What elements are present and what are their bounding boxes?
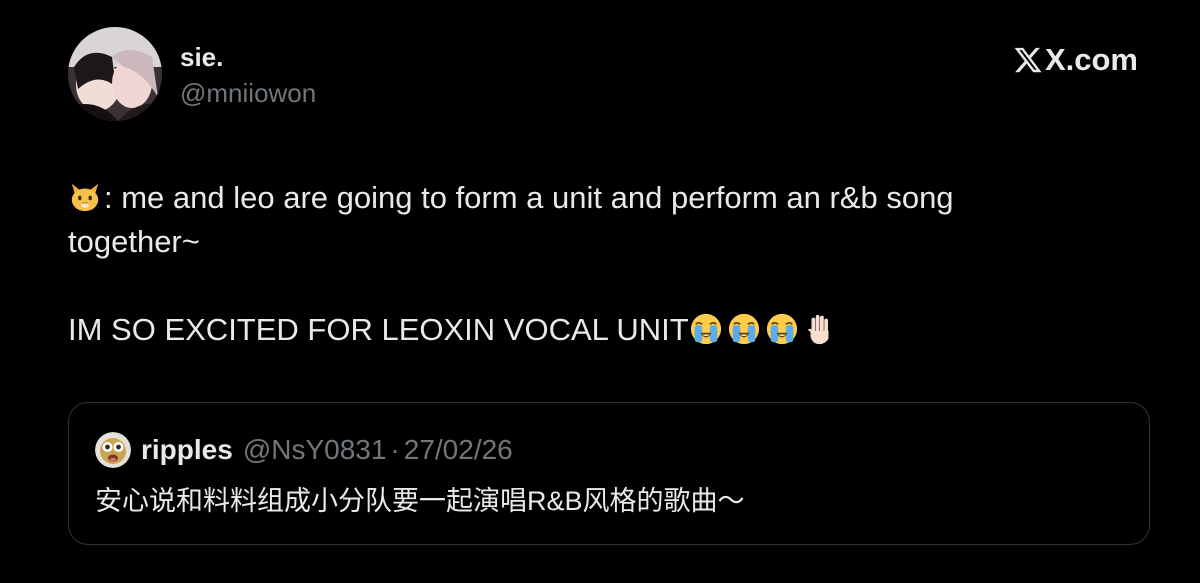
quote-text: 安心说和料料组成小分队要一起演唱R&B风格的歌曲～ <box>95 486 745 516</box>
quoted-tweet-card[interactable]: ripples @NsY0831 · 27/02/26 安心说和料料组成小分队要… <box>68 402 1150 545</box>
raised-hand-icon <box>803 312 837 346</box>
tweet-line-3-text: IM SO EXCITED FOR LEOXIN VOCAL UNIT <box>68 312 689 347</box>
loudly-crying-face-icon <box>727 312 761 346</box>
quote-author-handle[interactable]: @NsY0831 <box>243 434 387 466</box>
quote-author-name[interactable]: ripples <box>141 434 233 466</box>
tweet-line-3: IM SO EXCITED FOR LEOXIN VOCAL UNIT <box>68 308 1148 352</box>
x-domain-text: X.com <box>1044 42 1138 77</box>
author-avatar[interactable] <box>68 27 162 121</box>
loudly-crying-face-icon <box>765 312 799 346</box>
quote-separator: · <box>390 434 400 465</box>
quote-avatar-icon[interactable] <box>95 432 131 468</box>
quote-date[interactable]: 27/02/26 <box>404 434 513 466</box>
loudly-crying-face-icon <box>689 312 723 346</box>
cat-face-icon <box>68 180 102 214</box>
quoted-tweet-header: ripples @NsY0831 · 27/02/26 <box>95 430 513 470</box>
x-logo-icon <box>1014 47 1042 73</box>
author-display-name[interactable]: sie. <box>180 42 223 72</box>
tweet-line-1: : me and leo are going to form a unit an… <box>68 176 1148 220</box>
tweet-line-1-text: : me and leo are going to form a unit an… <box>104 180 954 215</box>
tweet-line-2: together~ <box>68 224 200 259</box>
author-handle[interactable]: @mniiowon <box>180 78 316 108</box>
x-brand: X.com <box>1013 42 1138 78</box>
tweet-body: : me and leo are going to form a unit an… <box>68 176 1148 352</box>
